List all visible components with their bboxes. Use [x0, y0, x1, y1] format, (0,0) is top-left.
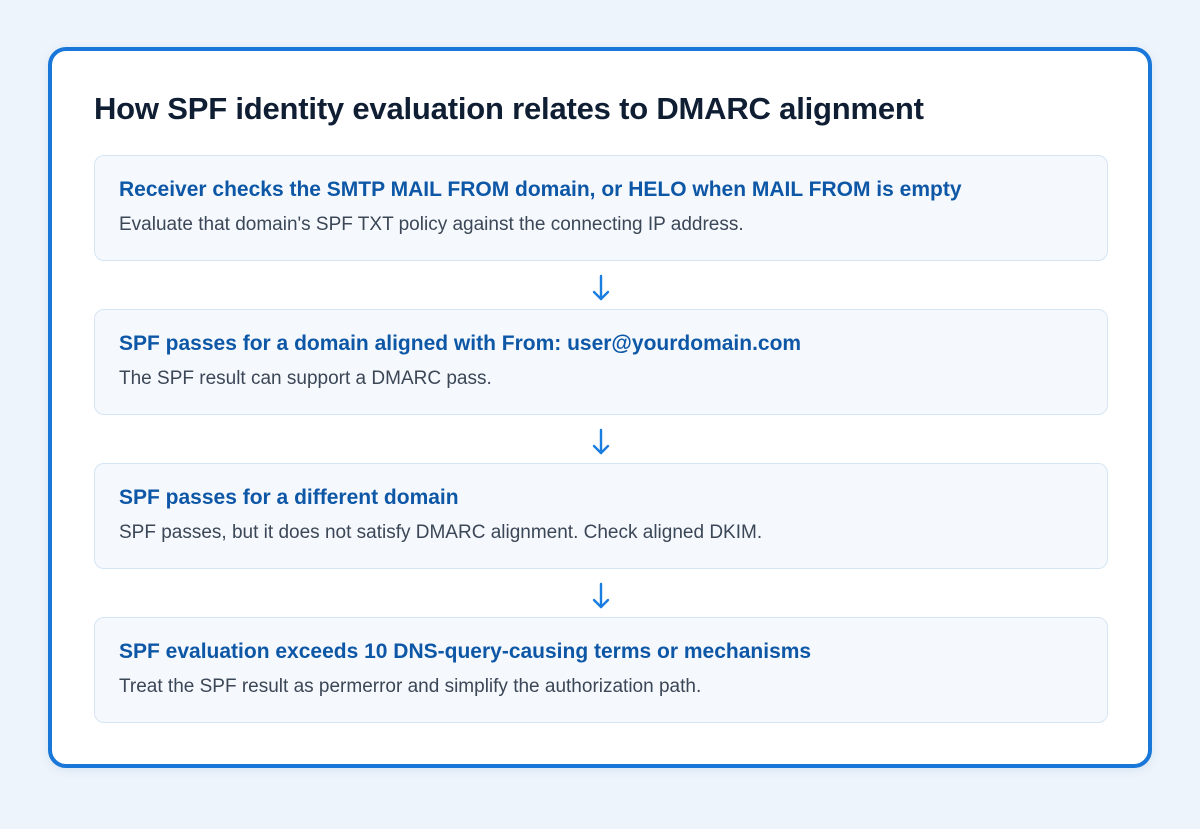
- arrow-down-icon: [589, 427, 613, 457]
- step-title: SPF passes for a different domain: [119, 486, 459, 509]
- diagram-card: How SPF identity evaluation relates to D…: [48, 47, 1152, 768]
- step-box: SPF evaluation exceeds 10 DNS-query-caus…: [94, 617, 1108, 723]
- step-title: Receiver checks the SMTP MAIL FROM domai…: [119, 178, 962, 201]
- step-description: SPF passes, but it does not satisfy DMAR…: [119, 522, 763, 543]
- step-title: SPF passes for a domain aligned with Fro…: [119, 332, 802, 355]
- arrow-down-icon: [589, 273, 613, 303]
- step-description: Treat the SPF result as permerror and si…: [119, 676, 702, 697]
- step-description: The SPF result can support a DMARC pass.: [119, 368, 492, 389]
- step-description: Evaluate that domain's SPF TXT policy ag…: [119, 214, 744, 235]
- step-box: Receiver checks the SMTP MAIL FROM domai…: [94, 155, 1108, 261]
- arrow-down-icon: [589, 581, 613, 611]
- step-box: SPF passes for a domain aligned with Fro…: [94, 309, 1108, 415]
- step-title: SPF evaluation exceeds 10 DNS-query-caus…: [119, 640, 812, 663]
- step-box: SPF passes for a different domain SPF pa…: [94, 463, 1108, 569]
- diagram-title: How SPF identity evaluation relates to D…: [94, 91, 924, 126]
